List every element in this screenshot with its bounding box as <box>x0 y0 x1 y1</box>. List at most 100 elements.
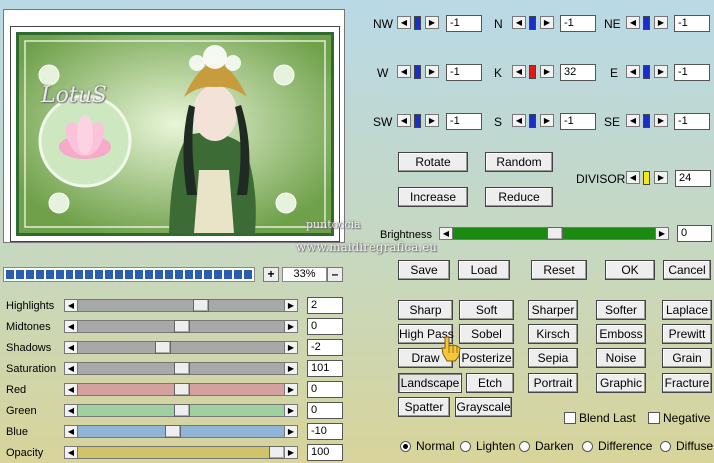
kernel-nw-slider[interactable]: ◀ ▶ <box>397 16 439 30</box>
decrement-icon[interactable]: ◀ <box>64 383 78 396</box>
slider-thumb[interactable] <box>193 299 209 312</box>
red-input[interactable]: 0 <box>307 381 343 398</box>
kernel-k-input[interactable]: 32 <box>560 64 596 81</box>
preset-sharper-button[interactable]: Sharper <box>528 300 578 320</box>
preset-kirsch-button[interactable]: Kirsch <box>528 324 578 344</box>
kernel-se-input[interactable]: -1 <box>674 113 710 130</box>
increment-icon[interactable]: ▶ <box>284 362 298 375</box>
rotate-button[interactable]: Rotate <box>398 152 468 172</box>
kernel-nw-input[interactable]: -1 <box>446 15 482 32</box>
reduce-button[interactable]: Reduce <box>485 187 553 207</box>
blue-input[interactable]: -10 <box>307 423 343 440</box>
increment-icon[interactable]: ▶ <box>540 16 554 29</box>
highlights-input[interactable]: 2 <box>307 297 343 314</box>
midtones-input[interactable]: 0 <box>307 318 343 335</box>
preset-etch-button[interactable]: Etch <box>466 373 514 393</box>
red-slider[interactable]: ◀ ▶ <box>64 383 298 396</box>
decrement-icon[interactable]: ◀ <box>626 16 640 29</box>
zoom-out-button[interactable]: – <box>327 267 343 282</box>
decrement-icon[interactable]: ◀ <box>626 65 640 78</box>
decrement-icon[interactable]: ◀ <box>512 114 526 127</box>
reset-button[interactable]: Reset <box>531 260 587 280</box>
kernel-e-slider[interactable]: ◀ ▶ <box>626 65 668 79</box>
decrement-icon[interactable]: ◀ <box>397 114 411 127</box>
save-button[interactable]: Save <box>398 260 450 280</box>
slider-thumb[interactable] <box>643 65 650 79</box>
increment-icon[interactable]: ▶ <box>284 383 298 396</box>
shadows-slider[interactable]: ◀ ▶ <box>64 341 298 354</box>
decrement-icon[interactable]: ◀ <box>397 16 411 29</box>
kernel-sw-slider[interactable]: ◀ ▶ <box>397 114 439 128</box>
decrement-icon[interactable]: ◀ <box>64 446 78 459</box>
preset-grayscale-button[interactable]: Grayscale <box>455 397 512 417</box>
slider-thumb[interactable] <box>529 65 536 79</box>
kernel-s-input[interactable]: -1 <box>560 113 596 130</box>
slider-thumb[interactable] <box>414 16 421 30</box>
slider-thumb[interactable] <box>174 362 190 375</box>
kernel-ne-input[interactable]: -1 <box>674 15 710 32</box>
increment-icon[interactable]: ▶ <box>654 16 668 29</box>
decrement-icon[interactable]: ◀ <box>512 16 526 29</box>
preset-posterize-button[interactable]: Posterize <box>459 348 514 368</box>
blue-slider[interactable]: ◀ ▶ <box>64 425 298 438</box>
saturation-slider[interactable]: ◀ ▶ <box>64 362 298 375</box>
mode-normal-radio[interactable] <box>400 441 411 452</box>
decrement-icon[interactable]: ◀ <box>397 65 411 78</box>
slider-thumb[interactable] <box>414 65 421 79</box>
blend-last-checkbox[interactable] <box>564 412 576 424</box>
slider-thumb[interactable] <box>643 171 650 185</box>
shadows-input[interactable]: -2 <box>307 339 343 356</box>
mode-darken-radio[interactable] <box>519 441 530 452</box>
slider-thumb[interactable] <box>643 114 650 128</box>
load-button[interactable]: Load <box>458 260 510 280</box>
increment-icon[interactable]: ▶ <box>654 114 668 127</box>
increment-icon[interactable]: ▶ <box>540 114 554 127</box>
mode-diffuse-radio[interactable] <box>660 441 671 452</box>
preset-sepia-button[interactable]: Sepia <box>528 348 578 368</box>
kernel-se-slider[interactable]: ◀ ▶ <box>626 114 668 128</box>
preset-fracture-button[interactable]: Fracture <box>662 373 712 393</box>
green-input[interactable]: 0 <box>307 402 343 419</box>
divisor-slider[interactable]: ◀ ▶ <box>626 171 668 185</box>
preset-graphic-button[interactable]: Graphic <box>596 373 646 393</box>
preset-portrait-button[interactable]: Portrait <box>528 373 578 393</box>
preset-noise-button[interactable]: Noise <box>596 348 646 368</box>
increment-icon[interactable]: ▶ <box>654 65 668 78</box>
increment-icon[interactable]: ▶ <box>655 227 669 240</box>
increment-icon[interactable]: ▶ <box>284 404 298 417</box>
kernel-ne-slider[interactable]: ◀ ▶ <box>626 16 668 30</box>
slider-thumb[interactable] <box>547 227 563 240</box>
increment-icon[interactable]: ▶ <box>284 341 298 354</box>
zoom-bar[interactable] <box>3 267 255 282</box>
opacity-slider[interactable]: ◀ ▶ <box>64 446 298 459</box>
slider-thumb[interactable] <box>529 114 536 128</box>
increment-icon[interactable]: ▶ <box>540 65 554 78</box>
decrement-icon[interactable]: ◀ <box>626 171 640 184</box>
saturation-input[interactable]: 101 <box>307 360 343 377</box>
decrement-icon[interactable]: ◀ <box>64 320 78 333</box>
decrement-icon[interactable]: ◀ <box>64 341 78 354</box>
increment-icon[interactable]: ▶ <box>284 425 298 438</box>
opacity-input[interactable]: 100 <box>307 444 343 461</box>
increment-icon[interactable]: ▶ <box>284 320 298 333</box>
increment-icon[interactable]: ▶ <box>425 65 439 78</box>
mode-lighten-radio[interactable] <box>460 441 471 452</box>
green-slider[interactable]: ◀ ▶ <box>64 404 298 417</box>
slider-thumb[interactable] <box>643 16 650 30</box>
decrement-icon[interactable]: ◀ <box>439 227 453 240</box>
random-button[interactable]: Random <box>485 152 553 172</box>
mode-difference-radio[interactable] <box>582 441 593 452</box>
preset-sobel-button[interactable]: Sobel <box>459 324 514 344</box>
kernel-s-slider[interactable]: ◀ ▶ <box>512 114 554 128</box>
brightness-input[interactable]: 0 <box>677 225 712 242</box>
slider-thumb[interactable] <box>174 404 190 417</box>
decrement-icon[interactable]: ◀ <box>64 404 78 417</box>
decrement-icon[interactable]: ◀ <box>64 299 78 312</box>
midtones-slider[interactable]: ◀ ▶ <box>64 320 298 333</box>
cancel-button[interactable]: Cancel <box>663 260 711 280</box>
zoom-in-button[interactable]: + <box>263 267 279 282</box>
increment-icon[interactable]: ▶ <box>425 16 439 29</box>
preset-emboss-button[interactable]: Emboss <box>596 324 646 344</box>
divisor-input[interactable]: 24 <box>675 170 711 187</box>
negative-checkbox[interactable] <box>648 412 660 424</box>
